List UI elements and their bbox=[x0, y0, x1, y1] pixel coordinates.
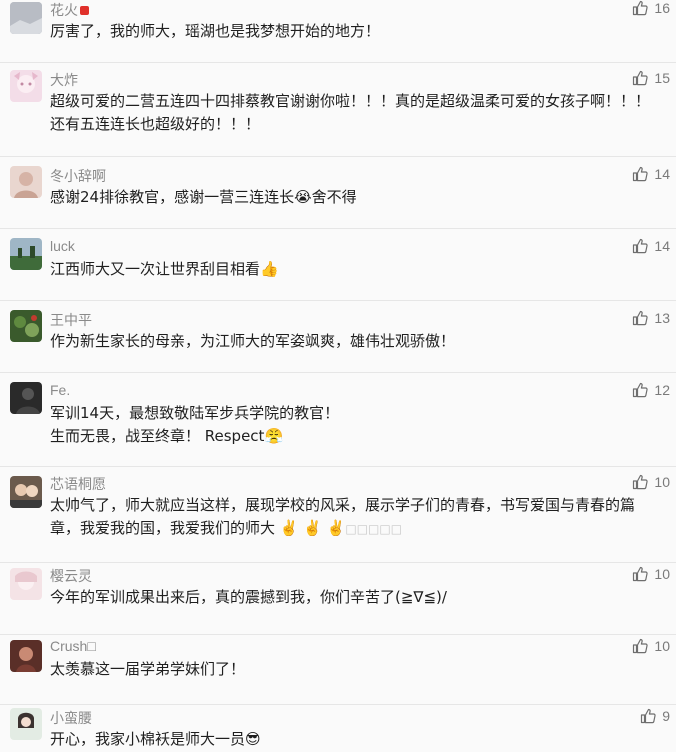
annoyed-emoji-icon: 😤 bbox=[264, 427, 284, 445]
vip-badge-icon bbox=[80, 6, 89, 15]
comment-list: 花火 厉害了，我的师大，瑶湖也是我梦想开始的地方！ 16 大炸 超级可爱的二营五… bbox=[0, 0, 676, 752]
comment-item: 小蛮腰 开心，我家小棉袄是师大一员😎 9 bbox=[0, 704, 676, 752]
comment-text: 军训14天，最想致敬陆军步兵学院的教官！ 生而无畏，战至终章！ Respect😤 bbox=[50, 404, 340, 445]
comment-text: 开心，我家小棉袄是师大一员😎 bbox=[50, 730, 261, 748]
avatar[interactable] bbox=[10, 640, 42, 672]
comment-username[interactable]: 樱云灵 bbox=[50, 566, 92, 586]
like-count: 13 bbox=[654, 310, 670, 326]
thumbs-up-icon bbox=[633, 382, 649, 398]
comment-item: 花火 厉害了，我的师大，瑶湖也是我梦想开始的地方！ 16 bbox=[0, 0, 676, 62]
like-count: 10 bbox=[654, 474, 670, 490]
thumbs-up-icon bbox=[633, 566, 649, 582]
comment-item: 冬小辞啊 感谢24排徐教官，感谢一营三连连长😭舍不得 14 bbox=[0, 156, 676, 228]
like-count: 15 bbox=[654, 70, 670, 86]
like-button[interactable]: 10 bbox=[632, 638, 670, 654]
divider bbox=[0, 634, 676, 635]
comment-text: 江西师大又一次让世界刮目相看👍 bbox=[50, 260, 279, 278]
divider bbox=[0, 62, 676, 63]
comment-item: Crush□ 太羡慕这一届学弟学妹们了！ 10 bbox=[0, 634, 676, 704]
like-count: 9 bbox=[662, 708, 670, 724]
like-button[interactable]: 14 bbox=[632, 166, 670, 182]
comment-item: 大炸 超级可爱的二营五连四十四排蔡教官谢谢你啦！！！真的是超级温柔可爱的女孩子啊… bbox=[0, 62, 676, 156]
avatar[interactable] bbox=[10, 238, 42, 270]
like-button[interactable]: 9 bbox=[640, 708, 670, 724]
thumbs-up-icon bbox=[633, 238, 649, 254]
comment-item: 王中平 作为新生家长的母亲，为江师大的军姿飒爽，雄伟壮观骄傲！ 13 bbox=[0, 300, 676, 372]
thumbs-up-icon bbox=[633, 0, 649, 16]
like-button[interactable]: 12 bbox=[632, 382, 670, 398]
like-count: 16 bbox=[654, 0, 670, 16]
avatar[interactable] bbox=[10, 310, 42, 342]
comment-text: 太帅气了，师大就应当这样，展现学校的风采，展示学子们的青春，书写爱国与青春的篇章… bbox=[50, 496, 636, 537]
comment-username[interactable]: 大炸 bbox=[50, 70, 78, 90]
thumbs-up-icon bbox=[633, 166, 649, 182]
like-button[interactable]: 15 bbox=[632, 70, 670, 86]
comment-username[interactable]: Crush□ bbox=[50, 638, 96, 654]
comment-item: Fe. 军训14天，最想致敬陆军步兵学院的教官！ 生而无畏，战至终章！ Resp… bbox=[0, 372, 676, 466]
comment-username[interactable]: 冬小辞啊 bbox=[50, 166, 106, 186]
like-count: 14 bbox=[654, 166, 670, 182]
divider bbox=[0, 704, 676, 705]
thumbs-up-icon bbox=[633, 70, 649, 86]
avatar[interactable] bbox=[10, 568, 42, 600]
like-count: 10 bbox=[654, 638, 670, 654]
thumbs-up-icon bbox=[641, 708, 656, 724]
comment-item: 芯语桐愿 太帅气了，师大就应当这样，展现学校的风采，展示学子们的青春，书写爱国与… bbox=[0, 466, 676, 562]
comment-username[interactable]: 芯语桐愿 bbox=[50, 474, 106, 494]
like-count: 14 bbox=[654, 238, 670, 254]
avatar[interactable] bbox=[10, 476, 42, 508]
comment-username[interactable]: luck bbox=[50, 238, 75, 254]
comment-item: 樱云灵 今年的军训成果出来后，真的震撼到我，你们辛苦了(≧∇≦)/ 10 bbox=[0, 562, 676, 634]
avatar[interactable] bbox=[10, 382, 42, 414]
comment-text: 今年的军训成果出来后，真的震撼到我，你们辛苦了(≧∇≦)/ bbox=[50, 588, 447, 606]
avatar[interactable] bbox=[10, 166, 42, 198]
victory-hand-emoji-icon: ✌️ ✌️ ✌️ bbox=[275, 519, 346, 537]
comment-username[interactable]: Fe. bbox=[50, 382, 70, 398]
comment-username[interactable]: 王中平 bbox=[50, 310, 92, 330]
comment-text: 太羡慕这一届学弟学妹们了！ bbox=[50, 660, 246, 678]
divider bbox=[0, 156, 676, 157]
like-button[interactable]: 10 bbox=[632, 566, 670, 582]
thumbs-up-icon bbox=[633, 474, 649, 490]
divider bbox=[0, 228, 676, 229]
comment-text: 超级可爱的二营五连四十四排蔡教官谢谢你啦！！！真的是超级温柔可爱的女孩子啊！！！… bbox=[50, 92, 651, 133]
comment-item: luck 江西师大又一次让世界刮目相看👍 14 bbox=[0, 228, 676, 300]
divider bbox=[0, 466, 676, 467]
avatar[interactable] bbox=[10, 70, 42, 102]
thumbs-up-emoji-icon: 👍 bbox=[260, 260, 279, 278]
like-button[interactable]: 16 bbox=[632, 0, 670, 16]
like-count: 10 bbox=[654, 566, 670, 582]
avatar[interactable] bbox=[10, 2, 42, 34]
like-button[interactable]: 14 bbox=[632, 238, 670, 254]
thumbs-up-icon bbox=[633, 638, 649, 654]
avatar[interactable] bbox=[10, 708, 42, 740]
comment-username[interactable]: 小蛮腰 bbox=[50, 708, 92, 728]
comment-text: 作为新生家长的母亲，为江师大的军姿飒爽，雄伟壮观骄傲！ bbox=[50, 332, 456, 350]
crying-emoji-icon: 😭 bbox=[294, 188, 312, 206]
like-button[interactable]: 10 bbox=[632, 474, 670, 490]
sunglasses-emoji-icon: 😎 bbox=[245, 730, 261, 748]
divider bbox=[0, 562, 676, 563]
divider bbox=[0, 300, 676, 301]
like-count: 12 bbox=[654, 382, 670, 398]
comment-text: 感谢24排徐教官，感谢一营三连连长😭舍不得 bbox=[50, 188, 357, 206]
divider bbox=[0, 372, 676, 373]
thumbs-up-icon bbox=[633, 310, 649, 326]
like-button[interactable]: 13 bbox=[632, 310, 670, 326]
comment-text: 厉害了，我的师大，瑶湖也是我梦想开始的地方！ bbox=[50, 22, 381, 40]
comment-username[interactable]: 花火 bbox=[50, 0, 89, 20]
